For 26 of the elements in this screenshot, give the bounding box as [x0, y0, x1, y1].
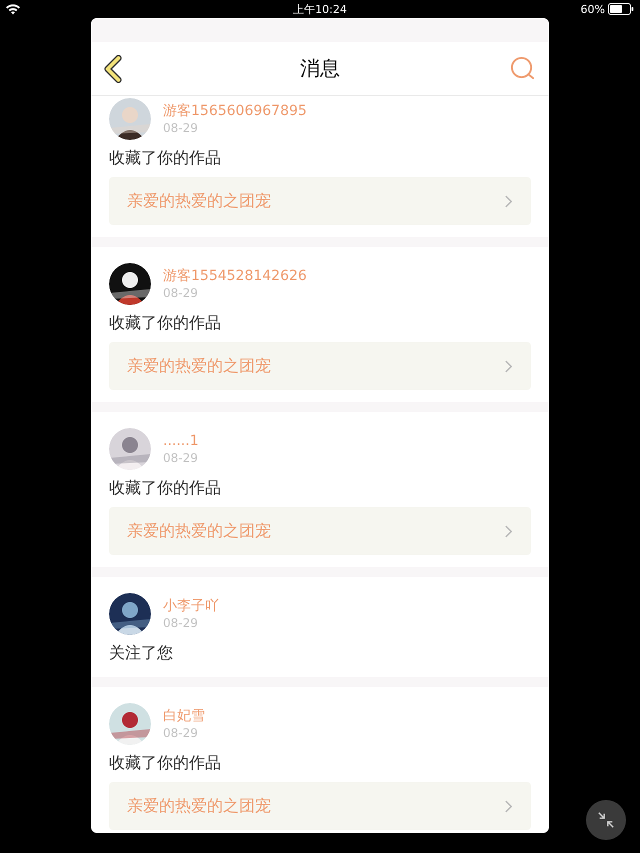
message-date: 08-29 — [163, 120, 199, 136]
battery-percent: 60% — [580, 2, 605, 16]
message-date: 08-29 — [163, 285, 199, 301]
user-name[interactable]: ......1 — [163, 432, 199, 450]
message-date: 08-29 — [163, 725, 199, 741]
work-link[interactable]: 亲爱的热爱的之团宠 — [109, 507, 531, 555]
user-name[interactable]: 白妃雪 — [163, 707, 205, 725]
page-title: 消息 — [299, 55, 341, 82]
user-name[interactable]: 小李子吖 — [163, 597, 219, 615]
status-time: 上午10:24 — [292, 2, 348, 17]
work-link[interactable]: 亲爱的热爱的之团宠 — [109, 782, 531, 830]
message-text: 收藏了你的作品 — [109, 312, 222, 334]
message-text: 关注了您 — [109, 642, 174, 664]
message-date: 08-29 — [163, 615, 199, 631]
user-name[interactable]: 游客1565606967895 — [163, 102, 307, 120]
work-link[interactable]: 亲爱的热爱的之团宠 — [109, 177, 531, 225]
message-date: 08-29 — [163, 450, 199, 466]
user-name[interactable]: 游客1554528142626 — [163, 267, 307, 285]
work-title: 亲爱的热爱的之团宠 — [127, 520, 271, 542]
work-title: 亲爱的热爱的之团宠 — [127, 190, 271, 212]
message-text: 收藏了你的作品 — [109, 147, 222, 169]
work-link[interactable]: 亲爱的热爱的之团宠 — [109, 342, 531, 390]
work-title: 亲爱的热爱的之团宠 — [127, 356, 271, 376]
message-text: 收藏了你的作品 — [109, 477, 222, 499]
work-title: 亲爱的热爱的之团宠 — [127, 796, 271, 816]
message-text: 收藏了你的作品 — [109, 752, 222, 774]
